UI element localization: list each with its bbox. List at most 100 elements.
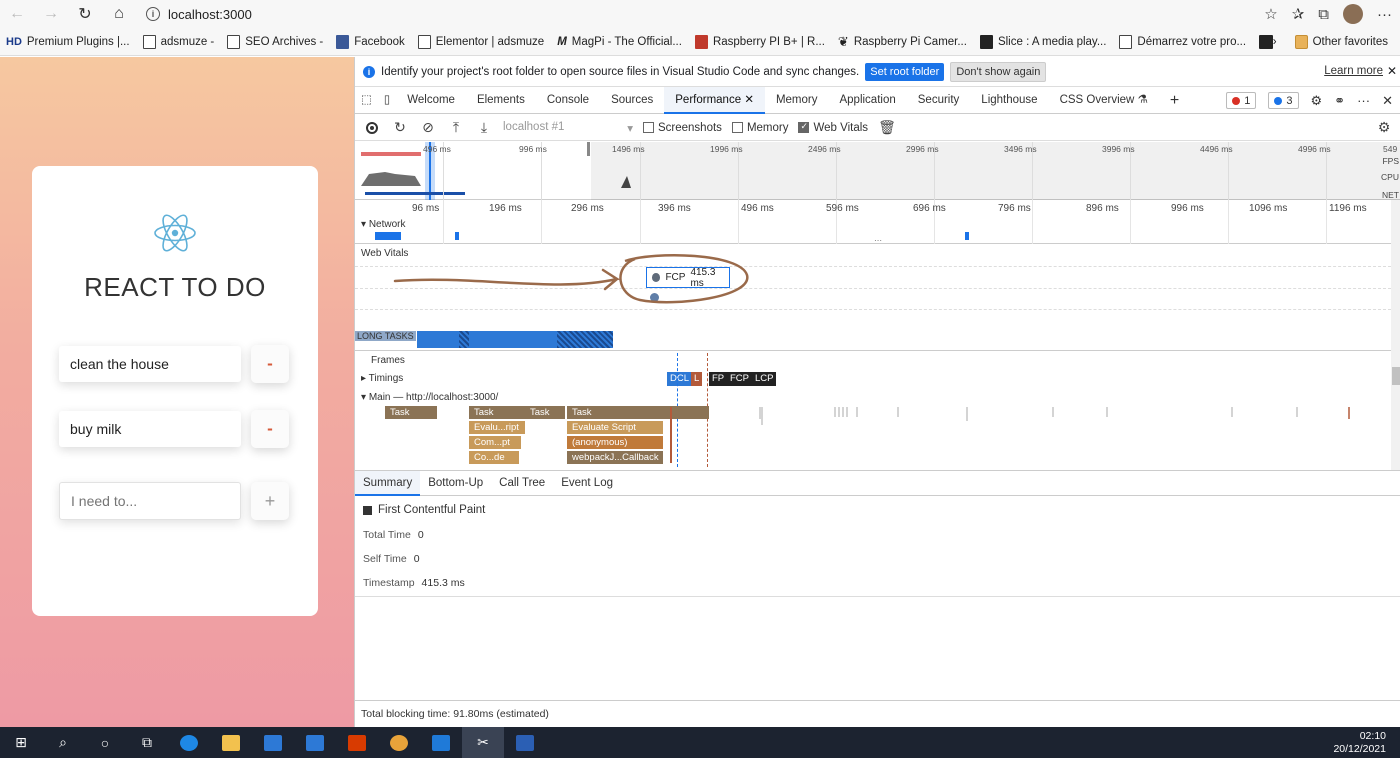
add-tab-icon[interactable]: + <box>1159 87 1190 114</box>
clear-icon[interactable]: ⊘ <box>419 119 437 137</box>
new-todo-input[interactable] <box>59 482 241 520</box>
forward-arrow-icon[interactable]: → <box>34 0 68 28</box>
network-request-bar[interactable] <box>455 232 459 240</box>
office-icon[interactable] <box>336 727 378 758</box>
windows-start-icon[interactable]: ⊞ <box>0 727 42 758</box>
hand-drawn-annotation <box>393 254 749 304</box>
task-view-icon[interactable]: ⧉ <box>126 727 168 758</box>
resize-handle-icon[interactable]: ⋯ <box>874 236 882 245</box>
message-icon <box>1274 96 1283 105</box>
tab-sources[interactable]: Sources <box>600 87 664 114</box>
tab-application[interactable]: Application <box>828 87 906 114</box>
tab-console[interactable]: Console <box>536 87 600 114</box>
more-menu-icon[interactable]: ··· <box>1377 6 1392 23</box>
ruler-tick: 596 ms <box>826 203 859 214</box>
screenshots-checkbox[interactable]: Screenshots <box>643 122 722 134</box>
search-icon[interactable]: ⌕ <box>42 727 84 758</box>
target-select[interactable]: localhost #1 ▾ <box>503 121 633 135</box>
vertical-scrollbar[interactable] <box>1391 200 1400 470</box>
url-text[interactable]: localhost:3000 <box>168 7 252 22</box>
collections-icon[interactable]: ⧉ <box>1318 6 1329 23</box>
edge-icon[interactable] <box>168 727 210 758</box>
reload-icon[interactable]: ↻ <box>68 0 102 28</box>
capture-settings-gear-icon[interactable]: ⚙ <box>1375 119 1393 137</box>
other-favorites[interactable]: Other favorites <box>1294 35 1388 49</box>
bookmark-item[interactable]: Elementor | adsmuze <box>417 34 544 49</box>
learn-more-link[interactable]: Learn more <box>1324 65 1383 77</box>
app-title: REACT TO DO <box>84 272 266 302</box>
snipping-tool-icon[interactable]: ✂ <box>462 727 504 758</box>
download-icon[interactable]: ⤓ <box>475 119 493 137</box>
bookmark-item[interactable]: adsmuze - <box>142 34 214 49</box>
reload-profile-icon[interactable]: ↻ <box>391 119 409 137</box>
close-devtools-icon[interactable]: ✕ <box>1382 93 1393 109</box>
more-options-icon[interactable]: ··· <box>1357 93 1370 108</box>
set-root-folder-button[interactable]: Set root folder <box>865 62 945 81</box>
vscode-icon[interactable] <box>420 727 462 758</box>
tab-css-overview[interactable]: CSS Overview ⚗ <box>1049 87 1159 114</box>
tab-event-log[interactable]: Event Log <box>553 471 621 496</box>
record-button[interactable] <box>363 119 381 137</box>
store-icon[interactable] <box>252 727 294 758</box>
errors-badge[interactable]: 1 <box>1226 92 1257 109</box>
messages-badge[interactable]: 3 <box>1268 92 1299 109</box>
info-icon: i <box>363 65 375 78</box>
file-explorer-icon[interactable] <box>210 727 252 758</box>
tab-performance[interactable]: Performance ✕ <box>664 86 765 114</box>
chrome-icon[interactable] <box>378 727 420 758</box>
tab-summary[interactable]: Summary <box>355 470 421 496</box>
add-todo-button[interactable]: + <box>251 482 289 520</box>
bookmark-item[interactable]: ❦ Raspberry Pi Camer... <box>838 34 967 50</box>
dont-show-again-button[interactable]: Don't show again <box>950 61 1047 82</box>
summary-title: First Contentful Paint <box>363 504 485 516</box>
tab-bottom-up[interactable]: Bottom-Up <box>420 471 491 496</box>
settings-gear-icon[interactable]: ⚙ <box>1311 93 1323 109</box>
upload-icon[interactable]: ⤒ <box>447 119 465 137</box>
tab-memory[interactable]: Memory <box>765 87 829 114</box>
network-track-label[interactable]: ▾ Network <box>361 219 406 230</box>
customize-icon[interactable]: ⚭ <box>1334 93 1345 109</box>
overview-graph <box>361 142 631 200</box>
address-bar[interactable]: i localhost:3000 <box>146 7 252 22</box>
bookmark-item[interactable]: Slice : A media play... <box>979 34 1106 49</box>
tab-elements[interactable]: Elements <box>466 87 536 114</box>
favorites-icon[interactable]: ✰ <box>1292 5 1305 23</box>
tab-welcome[interactable]: Welcome <box>396 87 466 114</box>
tab-call-tree[interactable]: Call Tree <box>491 471 553 496</box>
network-request-bar[interactable] <box>965 232 969 240</box>
bookmark-item[interactable]: Raspberry PI B+ | R... <box>694 34 825 49</box>
bookmark-item[interactable] <box>1259 34 1274 49</box>
bookmark-item[interactable]: Démarrez votre pro... <box>1119 34 1246 49</box>
inspect-icon[interactable]: ⬚ <box>355 87 378 114</box>
close-icon[interactable]: ✕ <box>1387 64 1397 78</box>
remove-todo-button[interactable]: - <box>251 410 289 448</box>
mail-icon[interactable] <box>294 727 336 758</box>
bookmark-item[interactable]: Facebook <box>336 34 405 49</box>
remove-todo-button[interactable]: - <box>251 345 289 383</box>
page-icon <box>142 34 156 49</box>
device-toggle-icon[interactable]: ▯ <box>378 87 396 114</box>
home-icon[interactable]: ⌂ <box>102 0 136 28</box>
profile-avatar[interactable] <box>1343 4 1363 24</box>
chevron-right-icon[interactable]: › <box>1273 36 1277 48</box>
scrollbar-thumb[interactable] <box>1392 367 1400 385</box>
web-vitals-checkbox[interactable]: Web Vitals <box>798 121 868 134</box>
word-icon[interactable] <box>504 727 546 758</box>
back-arrow-icon[interactable]: ← <box>0 0 34 28</box>
close-tab-icon[interactable]: ✕ <box>744 94 754 106</box>
bookmark-item[interactable]: HD Premium Plugins |... <box>6 36 130 48</box>
tab-lighthouse[interactable]: Lighthouse <box>970 87 1048 114</box>
browser-toolbar: ← → ↻ ⌂ i localhost:3000 ☆ ✰ ⧉ ··· <box>0 0 1400 28</box>
trash-icon[interactable]: 🗑 <box>878 119 896 137</box>
cortana-icon[interactable]: ○ <box>84 727 126 758</box>
system-clock[interactable]: 02:10 20/12/2021 <box>1333 727 1386 758</box>
favorite-star-icon[interactable]: ☆ <box>1264 5 1277 23</box>
site-info-icon[interactable]: i <box>146 7 160 21</box>
network-request-bar[interactable] <box>375 232 401 240</box>
ruler-tick: 796 ms <box>998 203 1031 214</box>
bookmark-item[interactable]: SEO Archives - <box>227 34 323 49</box>
timeline-overview[interactable]: 496 ms 996 ms 1496 ms 1996 ms 2496 ms 29… <box>355 142 1400 200</box>
tab-security[interactable]: Security <box>907 87 971 114</box>
memory-checkbox[interactable]: Memory <box>731 122 788 134</box>
bookmark-item[interactable]: M MagPi - The Official... <box>557 36 682 48</box>
